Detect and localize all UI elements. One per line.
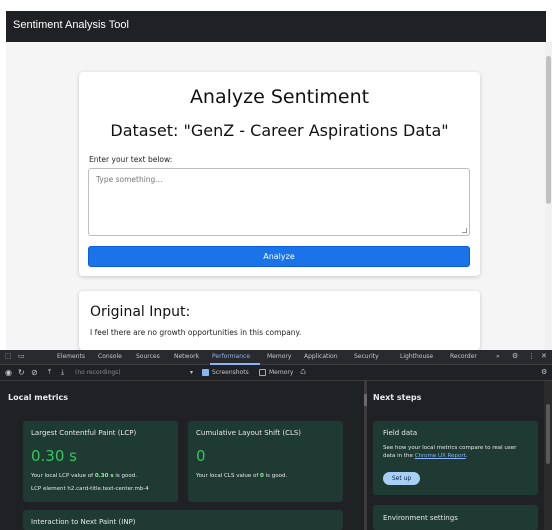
next-steps-heading: Next steps [373, 393, 422, 402]
more-options-icon[interactable]: ⋮ [528, 353, 535, 360]
divider-grip[interactable] [364, 394, 367, 406]
memory-checkbox[interactable] [259, 369, 266, 376]
lcp-element: LCP element h2.card-title.text-center.mb… [31, 486, 149, 492]
tab-security[interactable]: Security [354, 353, 379, 360]
tab-application[interactable]: Application [304, 353, 338, 360]
original-input-text: I feel there are no growth opportunities… [90, 328, 302, 337]
upload-icon[interactable]: ⤒ [48, 369, 51, 376]
inp-title: Interaction to Next Paint (INP) [31, 518, 136, 526]
tab-console[interactable]: Console [98, 353, 122, 360]
screenshots-label: Screenshots [212, 369, 249, 376]
app-title-bar: Sentiment Analysis Tool [6, 11, 546, 42]
reload-record-icon[interactable]: ↻ [18, 369, 25, 377]
analyze-button[interactable]: Analyze [88, 246, 470, 267]
lcp-description: Your local LCP value of 0.30 s is good. [31, 473, 137, 479]
tab-elements[interactable]: Elements [57, 353, 85, 360]
field-data-text-2: data in the Chrome UX Report. [383, 453, 468, 459]
lcp-title: Largest Contentful Paint (LCP) [31, 429, 137, 437]
field-data-text-1: See how your local metrics compare to re… [383, 445, 517, 451]
tab-performance[interactable]: Performance [212, 353, 250, 360]
capture-settings-icon[interactable]: ⚙ [541, 369, 547, 376]
page-title: Analyze Sentiment [189, 86, 370, 108]
field-data-title: Field data [383, 429, 418, 437]
recording-dropdown-icon[interactable]: ▾ [190, 369, 193, 376]
close-devtools-icon[interactable]: ✕ [541, 353, 547, 360]
garbage-collect-icon[interactable]: ♺ [300, 369, 306, 376]
tab-lighthouse[interactable]: Lighthouse [400, 353, 433, 360]
tab-recorder[interactable]: Recorder [450, 353, 477, 360]
tab-sources[interactable]: Sources [136, 353, 160, 360]
screenshots-checkbox[interactable] [202, 369, 209, 376]
original-input-heading: Original Input: [90, 304, 191, 320]
cls-title: Cumulative Layout Shift (CLS) [196, 429, 302, 437]
local-metrics-heading: Local metrics [8, 393, 69, 402]
settings-gear-icon[interactable]: ⚙ [512, 353, 518, 360]
more-tabs-button[interactable]: » [496, 353, 500, 360]
clear-icon[interactable]: ⊘ [31, 369, 38, 377]
dataset-title: Dataset: "GenZ - Career Aspirations Data… [110, 121, 449, 140]
inspect-element-icon[interactable]: ⬚ [5, 353, 12, 360]
cls-description: Your local CLS value of 0 is good. [196, 473, 288, 479]
chrome-ux-report-link[interactable]: Chrome UX Report [415, 453, 466, 459]
record-icon[interactable]: ◉ [5, 369, 12, 377]
resize-handle[interactable] [462, 228, 467, 233]
cls-value: 0 [196, 447, 206, 465]
tab-network[interactable]: Network [174, 353, 199, 360]
device-toolbar-icon[interactable]: ▭ [18, 353, 25, 360]
lcp-value: 0.30 s [31, 447, 77, 465]
original-input-card [79, 291, 480, 350]
lcp-element-link[interactable]: h2.card-title.text-center.mb-4 [67, 486, 148, 492]
environment-settings-title: Environment settings [383, 514, 458, 522]
app-title: Sentiment Analysis Tool [13, 19, 129, 31]
recording-selector[interactable]: (no recordings) [75, 369, 121, 376]
memory-label: Memory [269, 369, 294, 376]
text-input[interactable]: Type something... [88, 168, 470, 236]
download-icon[interactable]: ⤓ [61, 369, 64, 376]
input-label: Enter your text below: [89, 155, 173, 164]
active-tab-indicator [210, 363, 260, 365]
tab-memory[interactable]: Memory [267, 353, 291, 360]
setup-button[interactable]: Set up [383, 472, 420, 485]
page-scrollbar-thumb[interactable] [546, 56, 551, 204]
text-input-placeholder: Type something... [96, 175, 163, 184]
devtools-scrollbar-thumb[interactable] [546, 404, 550, 464]
